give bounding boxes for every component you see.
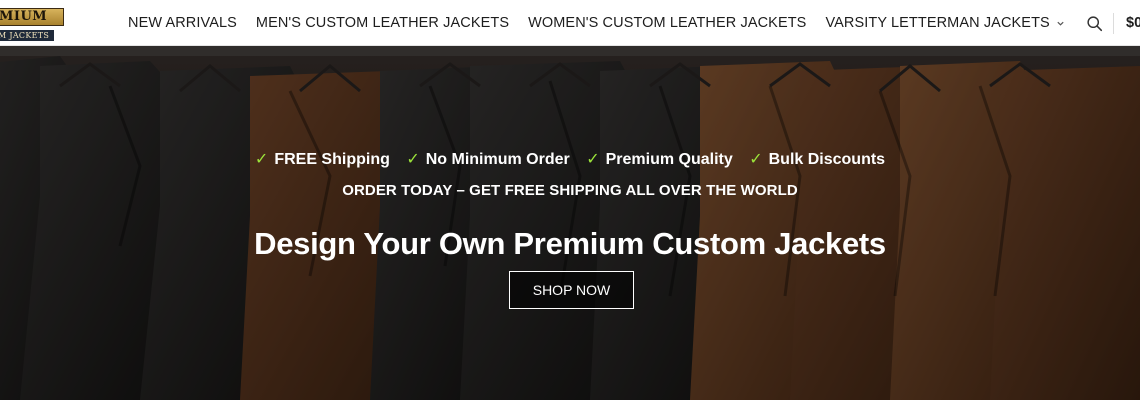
nav-womens-jackets[interactable]: WOMEN'S CUSTOM LEATHER JACKETS [528,15,806,31]
logo-top-text: MIUM [0,8,64,26]
shop-now-button[interactable]: SHOP NOW [509,271,634,309]
cart-total[interactable]: $0 [1126,15,1140,31]
check-icon: ✓ [406,151,420,168]
nav-varsity-jackets[interactable]: VARSITY LETTERMAN JACKETS [825,15,1064,31]
logo-bottom-text: M JACKETS [0,30,54,41]
feature-label: Bulk Discounts [768,151,886,168]
check-icon: ✓ [254,151,269,168]
site-header: MIUM M JACKETS NEW ARRIVALS MEN'S CUSTOM… [0,0,1140,46]
feature-label: No Minimum Order [425,151,570,168]
nav-label: VARSITY LETTERMAN JACKETS [825,15,1050,31]
nav-new-arrivals[interactable]: NEW ARRIVALS [128,15,237,31]
feature-item: ✓ FREE Shipping [255,149,390,169]
check-icon: ✓ [749,151,763,168]
feature-list: ✓ FREE Shipping ✓ No Minimum Order ✓ Premiu… [0,149,1140,169]
header-divider [1113,13,1114,34]
feature-item: ✓ Bulk Discounts [749,149,885,169]
main-nav: NEW ARRIVALS MEN'S CUSTOM LEATHER JACKET… [128,0,1084,46]
check-icon: ✓ [586,151,600,168]
nav-label: NEW ARRIVALS [128,15,237,31]
hero-headline: Design Your Own Premium Custom Jackets [254,226,886,261]
hero-banner: ✓ FREE Shipping ✓ No Minimum Order ✓ Premiu… [0,46,1140,400]
chevron-down-icon [1057,21,1064,26]
feature-item: ✓ Premium Quality [586,149,733,169]
hero-overlay [0,46,1140,400]
feature-label: Premium Quality [605,151,733,168]
nav-mens-jackets[interactable]: MEN'S CUSTOM LEATHER JACKETS [256,15,509,31]
nav-label: MEN'S CUSTOM LEATHER JACKETS [255,15,510,31]
feature-label: FREE Shipping [274,151,390,168]
search-icon[interactable] [1086,15,1103,32]
feature-item: ✓ No Minimum Order [406,149,569,169]
nav-label: WOMEN'S CUSTOM LEATHER JACKETS [528,15,807,31]
hero-tagline: ORDER TODAY – GET FREE SHIPPING ALL OVER… [342,182,798,199]
brand-logo[interactable]: MIUM M JACKETS [0,4,68,44]
